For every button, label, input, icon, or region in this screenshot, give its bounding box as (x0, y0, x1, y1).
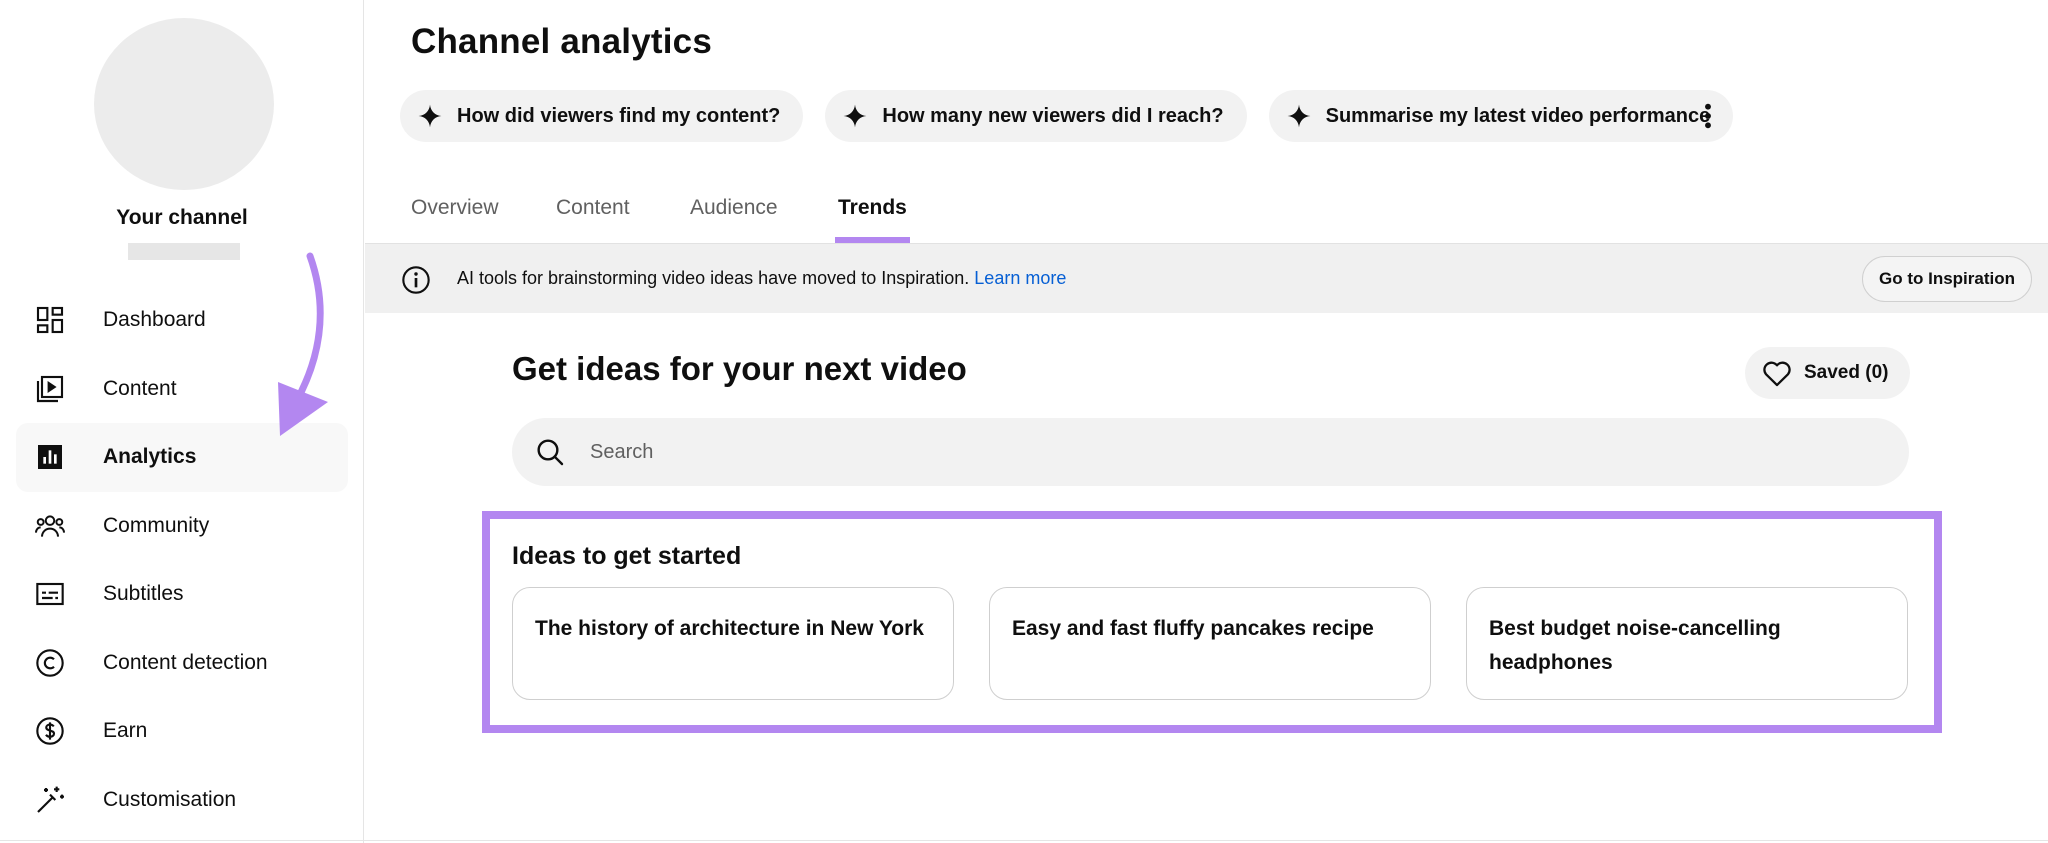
banner-message: AI tools for brainstorming video ideas h… (457, 268, 970, 288)
sidebar-item-label: Content detection (103, 650, 268, 674)
chip-label: Summarise my latest video performance (1325, 104, 1711, 127)
chip-viewers-find-content[interactable]: How did viewers find my content? (400, 90, 804, 142)
sparkle-icon (417, 103, 443, 129)
content-icon (34, 373, 66, 405)
search-input[interactable] (590, 418, 1870, 486)
dollar-icon (34, 715, 66, 747)
sparkle-icon (1286, 103, 1312, 129)
idea-card-text: Easy and fast fluffy pancakes recipe (1012, 617, 1374, 640)
go-to-inspiration-button[interactable]: Go to Inspiration (1862, 256, 2032, 302)
magic-wand-icon (34, 784, 66, 816)
idea-card-text: The history of architecture in New York (535, 617, 924, 640)
idea-card[interactable]: Best budget noise-cancelling headphones (1466, 587, 1908, 700)
sidebar-item-label: Earn (103, 719, 148, 743)
sidebar-item-label: Subtitles (103, 582, 184, 606)
idea-card-text: Best budget noise-cancelling headphones (1489, 617, 1781, 674)
sidebar-item-subtitles[interactable]: Subtitles (16, 560, 348, 629)
more-vert-icon (1705, 103, 1711, 129)
info-icon (402, 266, 430, 294)
more-options-button[interactable] (1688, 96, 1728, 136)
sidebar-item-label: Dashboard (103, 308, 206, 332)
ideas-started-heading: Ideas to get started (512, 542, 742, 570)
sidebar-item-customisation[interactable]: Customisation (16, 766, 348, 835)
tab-trends[interactable]: Trends (838, 196, 907, 220)
sparkle-icon (842, 103, 868, 129)
sidebar-item-content-detection[interactable]: Content detection (16, 629, 348, 698)
idea-card[interactable]: The history of architecture in New York (512, 587, 954, 700)
tab-content[interactable]: Content (556, 196, 630, 220)
sidebar-item-earn[interactable]: Earn (16, 697, 348, 766)
sidebar-item-label: Community (103, 513, 210, 537)
saved-button[interactable]: Saved (0) (1745, 347, 1911, 399)
channel-handle-placeholder (128, 243, 240, 260)
chip-new-viewers[interactable]: How many new viewers did I reach? (825, 90, 1247, 142)
saved-label: Saved (0) (1804, 362, 1889, 383)
idea-card[interactable]: Easy and fast fluffy pancakes recipe (989, 587, 1431, 700)
sidebar-item-community[interactable]: Community (16, 492, 348, 561)
sidebar-item-label: Analytics (103, 445, 197, 469)
main-content: Channel analytics How did viewers find m… (365, 0, 2048, 843)
info-banner: AI tools for brainstorming video ideas h… (365, 243, 2048, 313)
annotation-arrow (278, 252, 328, 436)
ideas-heading: Get ideas for your next video (512, 350, 967, 387)
tab-overview[interactable]: Overview (411, 196, 499, 220)
banner-text: AI tools for brainstorming video ideas h… (457, 268, 1066, 289)
channel-name[interactable]: Your channel (0, 206, 364, 230)
bottom-divider (0, 840, 2048, 841)
subtitles-icon (34, 578, 66, 610)
sidebar-item-label: Content (103, 376, 177, 400)
suggestion-chips: How did viewers find my content? How man… (400, 90, 1734, 142)
page-title: Channel analytics (411, 22, 713, 61)
channel-avatar[interactable] (94, 18, 274, 190)
dashboard-icon (34, 304, 66, 336)
chip-label: How many new viewers did I reach? (882, 104, 1224, 127)
sidebar-item-label: Customisation (103, 787, 237, 811)
heart-icon (1760, 356, 1794, 390)
search-icon (537, 439, 564, 466)
community-icon (34, 510, 66, 542)
chip-summarise-performance[interactable]: Summarise my latest video performance (1268, 90, 1734, 142)
learn-more-link[interactable]: Learn more (974, 268, 1066, 288)
chip-label: How did viewers find my content? (457, 104, 781, 127)
tab-audience[interactable]: Audience (690, 196, 778, 220)
analytics-icon (34, 441, 66, 473)
copyright-icon (34, 647, 66, 679)
idea-search-bar (512, 418, 1909, 486)
